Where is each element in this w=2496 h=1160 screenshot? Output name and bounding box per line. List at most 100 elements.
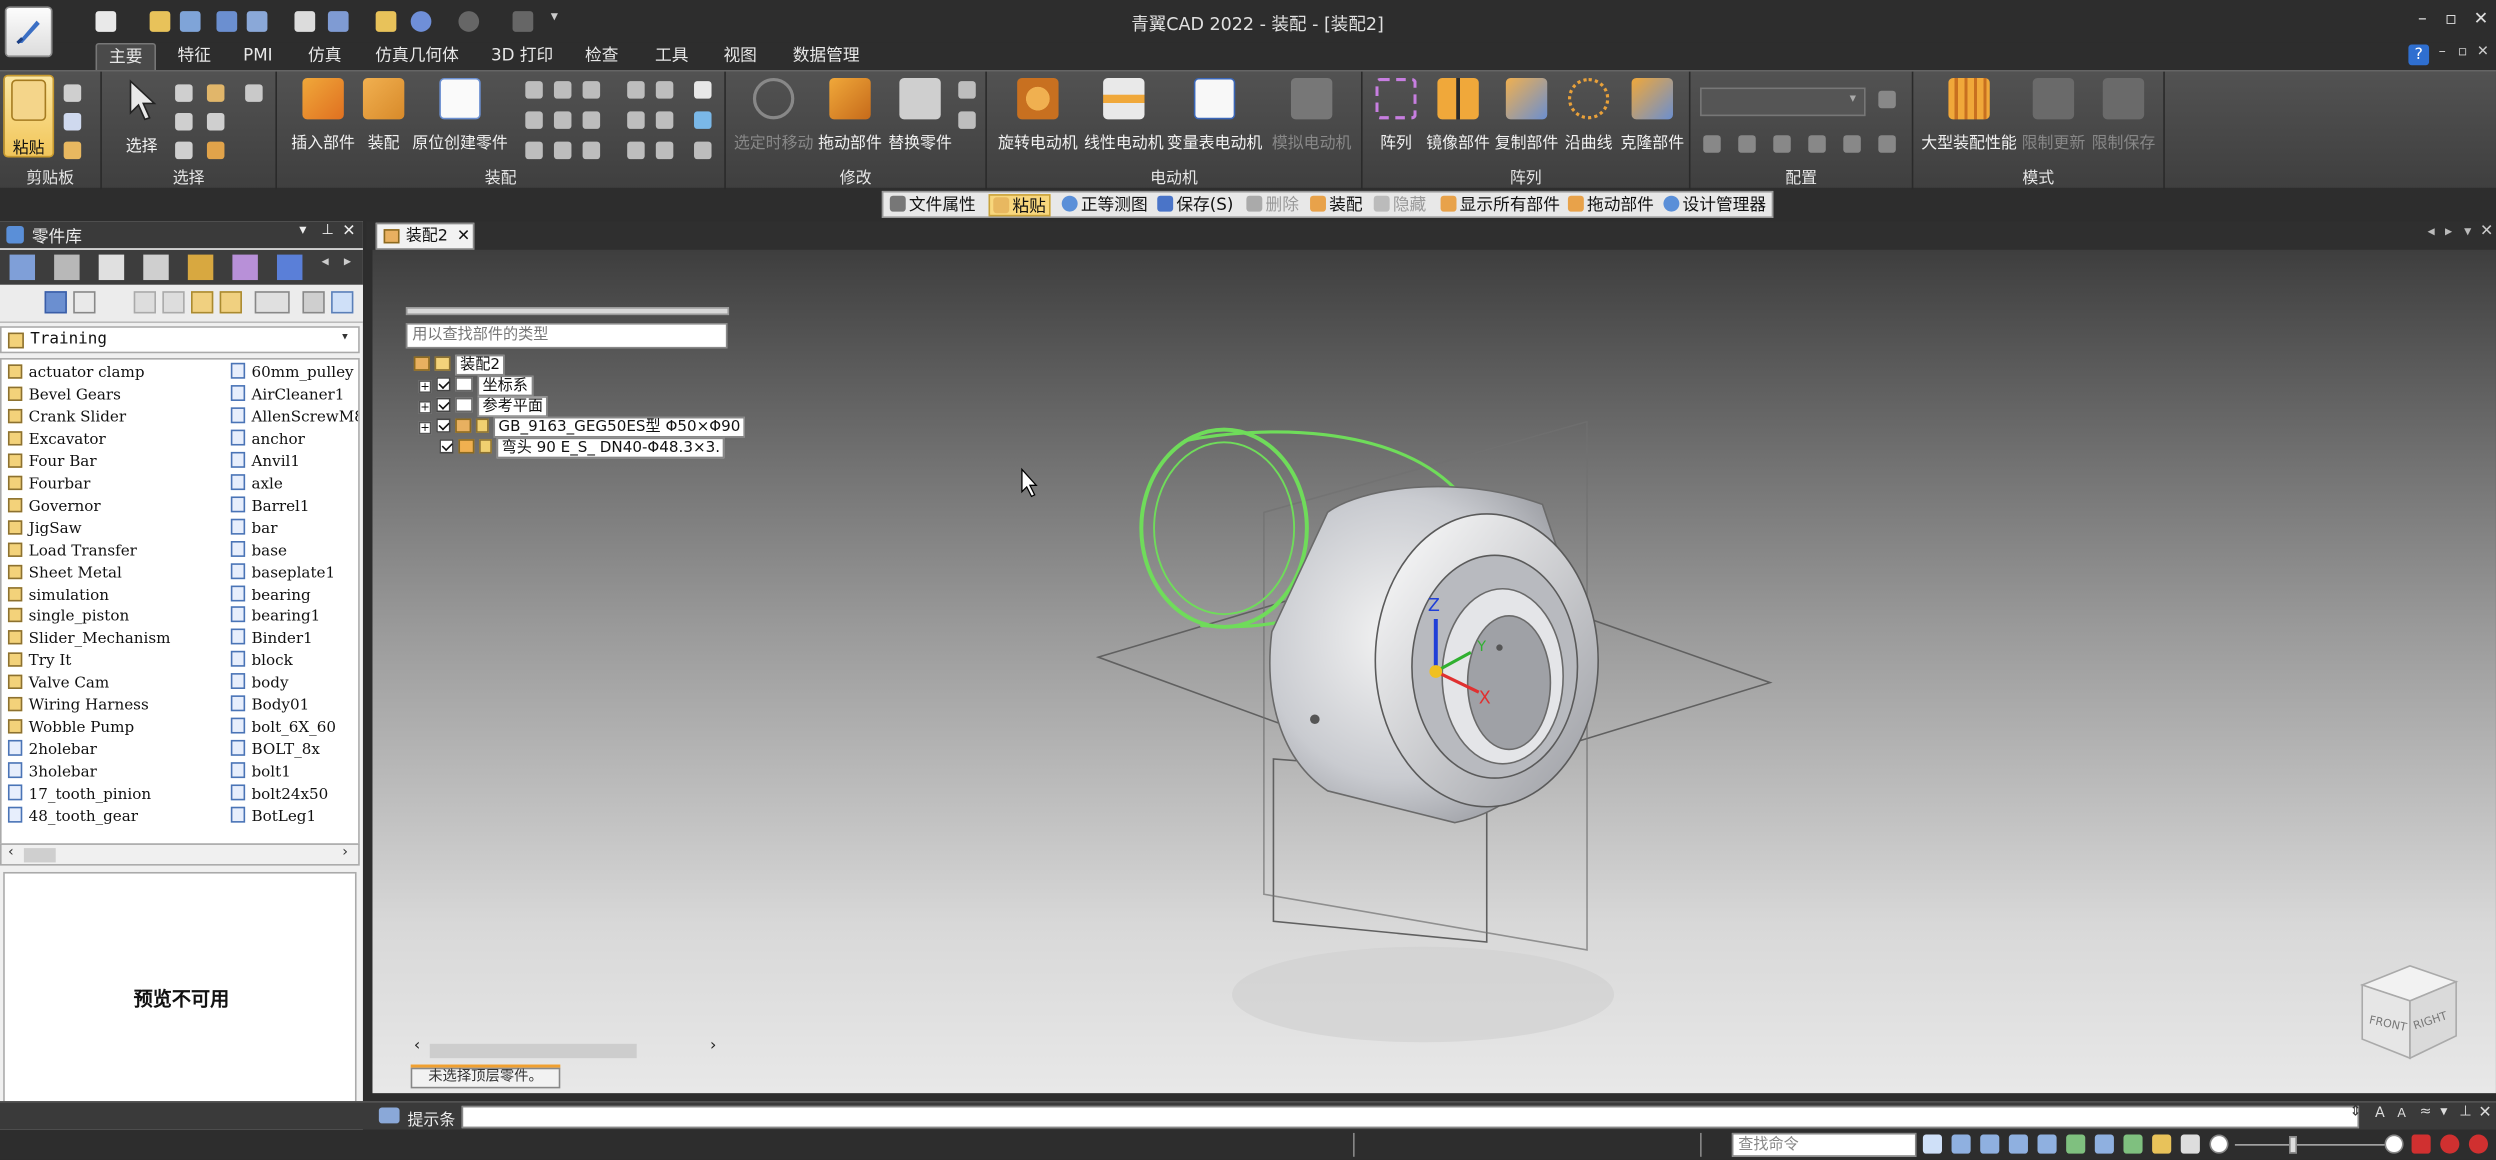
zoom-out-icon[interactable] bbox=[2209, 1134, 2229, 1154]
library-search-icon[interactable] bbox=[331, 291, 354, 314]
maximize-button[interactable]: ▫ bbox=[2445, 8, 2457, 29]
command-search-go-icon[interactable] bbox=[1922, 1134, 1942, 1154]
relations-tab-icon[interactable] bbox=[187, 254, 214, 281]
exit-icon[interactable] bbox=[2468, 1134, 2488, 1154]
library-item-left[interactable]: Governor bbox=[7, 496, 101, 517]
library-item-left[interactable]: Load Transfer bbox=[7, 540, 137, 561]
doc-tabs-menu-icon[interactable]: ▾ bbox=[2464, 224, 2471, 240]
drag-part-button[interactable]: 拖动部件 bbox=[818, 77, 882, 153]
library-item-right[interactable]: axle bbox=[230, 473, 283, 495]
tab-sim-geometry[interactable]: 仿真几何体 bbox=[366, 43, 468, 70]
select-tool-icon-6[interactable] bbox=[175, 141, 193, 160]
expand-icon[interactable]: + bbox=[418, 400, 432, 414]
library-item-left[interactable]: JigSaw bbox=[7, 518, 82, 539]
pathfinder-item-elbow[interactable]: 弯头 90 E_S_ DN40-Φ48.3×3. bbox=[439, 437, 725, 459]
tab-data-management[interactable]: 数据管理 bbox=[783, 43, 869, 70]
tab-3d-print[interactable]: 3D 打印 bbox=[478, 43, 567, 70]
zoom-icon[interactable] bbox=[1980, 1134, 2000, 1154]
section-view-icon[interactable] bbox=[2180, 1134, 2200, 1154]
pathfinder-root[interactable]: 装配2 bbox=[413, 354, 505, 376]
pathfinder-search-input[interactable]: 用以查找部件的类型 bbox=[405, 323, 728, 349]
config-tool-icon-6[interactable] bbox=[1843, 135, 1861, 153]
library-item-left[interactable]: Wobble Pump bbox=[7, 718, 134, 739]
fixed-move-button[interactable]: 选定时移动 bbox=[729, 77, 818, 153]
config-tool-icon-3[interactable] bbox=[1738, 135, 1756, 153]
record-icon[interactable] bbox=[2411, 1134, 2431, 1154]
zoom-slider-thumb[interactable] bbox=[2289, 1136, 2297, 1154]
expand-icon[interactable]: + bbox=[418, 421, 432, 435]
library-item-right[interactable]: AirCleaner1 bbox=[230, 384, 344, 406]
font-size-small-icon[interactable]: A bbox=[2397, 1106, 2406, 1120]
library-filter-icon[interactable] bbox=[302, 291, 325, 314]
mirror-part-button[interactable]: 镜像部件 bbox=[1423, 77, 1493, 153]
rotary-motor-button[interactable]: 旋转电动机 bbox=[993, 77, 1082, 153]
prompt-menu-icon[interactable]: ▾ bbox=[2440, 1104, 2447, 1120]
library-item-left[interactable]: Fourbar bbox=[7, 474, 90, 495]
library-home-icon[interactable] bbox=[73, 291, 96, 314]
library-item-right[interactable]: Body01 bbox=[230, 695, 309, 717]
layers-tab-icon[interactable] bbox=[98, 254, 125, 281]
view-cube[interactable]: FRONT RIGHT bbox=[2359, 965, 2459, 1060]
assemble-tool-icon-3[interactable] bbox=[582, 81, 601, 99]
copy-part-button[interactable]: 复制部件 bbox=[1493, 77, 1560, 153]
close-button[interactable]: ✕ bbox=[2474, 8, 2489, 29]
select-tool-icon-4[interactable] bbox=[175, 112, 193, 131]
pathfinder-item-coordinate-systems[interactable]: + 坐标系 bbox=[418, 375, 533, 397]
library-item-right[interactable]: 60mm_pulley bbox=[230, 362, 354, 384]
pathfinder-scroll-thumb[interactable] bbox=[429, 1043, 637, 1059]
paste-quick-icon[interactable] bbox=[375, 11, 397, 32]
rotate-icon[interactable] bbox=[2066, 1134, 2086, 1154]
app-logo[interactable] bbox=[4, 6, 53, 58]
library-item-left[interactable]: simulation bbox=[7, 585, 109, 606]
doc-tabs-right-icon[interactable]: ▸ bbox=[2445, 224, 2452, 240]
visibility-checkbox[interactable] bbox=[436, 377, 451, 392]
assemble-tool-icon-11[interactable] bbox=[655, 111, 674, 129]
config-tool-icon-7[interactable] bbox=[1878, 135, 1896, 153]
library-view-icon[interactable] bbox=[44, 291, 67, 314]
fit-view-icon[interactable] bbox=[2008, 1134, 2028, 1154]
library-item-left[interactable]: 2holebar bbox=[7, 740, 97, 761]
tab-pmi[interactable]: PMI bbox=[232, 43, 283, 70]
command-search-input[interactable]: 查找命令 bbox=[1731, 1132, 1917, 1157]
library-item-right[interactable]: Anvil1 bbox=[230, 451, 300, 473]
folder-dropdown-icon[interactable]: ▾ bbox=[341, 329, 350, 345]
select-tool-icon-2[interactable] bbox=[206, 84, 225, 102]
library-up-folder-icon[interactable] bbox=[191, 291, 214, 314]
views-tab-icon[interactable] bbox=[276, 254, 303, 281]
recent-icon[interactable] bbox=[179, 11, 201, 32]
large-assembly-button[interactable]: 大型装配性能 bbox=[1917, 77, 2022, 153]
visibility-checkbox[interactable] bbox=[439, 439, 454, 454]
library-item-right[interactable]: BotLeg1 bbox=[230, 806, 316, 828]
pattern-button[interactable]: 阵列 bbox=[1372, 77, 1420, 153]
pathfinder-scrollbar[interactable]: ‹ › bbox=[411, 1037, 726, 1060]
select-tool-icon-7[interactable] bbox=[206, 141, 225, 160]
linear-motor-button[interactable]: 线性电动机 bbox=[1079, 77, 1168, 153]
assemble-tool-icon-18[interactable] bbox=[694, 141, 712, 160]
library-item-left[interactable]: Try It bbox=[7, 651, 71, 672]
simulate-motor-button[interactable]: 模拟电动机 bbox=[1267, 77, 1356, 153]
redo-icon[interactable] bbox=[458, 11, 480, 32]
limited-save-button[interactable]: 限制保存 bbox=[2088, 77, 2158, 153]
library-item-right[interactable]: base bbox=[230, 540, 287, 561]
library-folder-select[interactable]: Training ▾ bbox=[0, 326, 360, 354]
limited-update-button[interactable]: 限制更新 bbox=[2018, 77, 2088, 153]
tab-scroll-left-icon[interactable]: ◂ bbox=[322, 255, 329, 271]
select-button[interactable]: 选择 bbox=[118, 78, 166, 156]
doc-restore-icon[interactable]: ▫ bbox=[2458, 45, 2468, 61]
pathfinder-scroll-left-icon[interactable]: ‹ bbox=[414, 1037, 420, 1055]
new-file-icon[interactable] bbox=[95, 11, 117, 32]
help-icon[interactable]: ? bbox=[2408, 44, 2430, 66]
tab-tools[interactable]: 工具 bbox=[643, 43, 700, 70]
library-item-right[interactable]: bolt24x50 bbox=[230, 784, 328, 806]
assemble-tool-icon-5[interactable] bbox=[655, 81, 674, 99]
tab-scroll-right-icon[interactable]: ▸ bbox=[344, 255, 351, 271]
library-item-left[interactable]: Valve Cam bbox=[7, 674, 109, 695]
features-tab-icon[interactable] bbox=[54, 254, 80, 281]
3d-viewport[interactable]: Z X Y FRONT RIGHT 用以查找部件的类型 装配2 + 坐标系 + … bbox=[372, 249, 2496, 1094]
replace-part-button[interactable]: 替换零件 bbox=[885, 77, 955, 153]
panel-close-icon[interactable]: ✕ bbox=[342, 223, 355, 241]
modify-tool-icon-2[interactable] bbox=[958, 111, 976, 129]
print-icon[interactable] bbox=[294, 11, 316, 32]
prompt-text-area[interactable] bbox=[461, 1105, 2360, 1129]
library-item-right[interactable]: bolt1 bbox=[230, 762, 291, 783]
